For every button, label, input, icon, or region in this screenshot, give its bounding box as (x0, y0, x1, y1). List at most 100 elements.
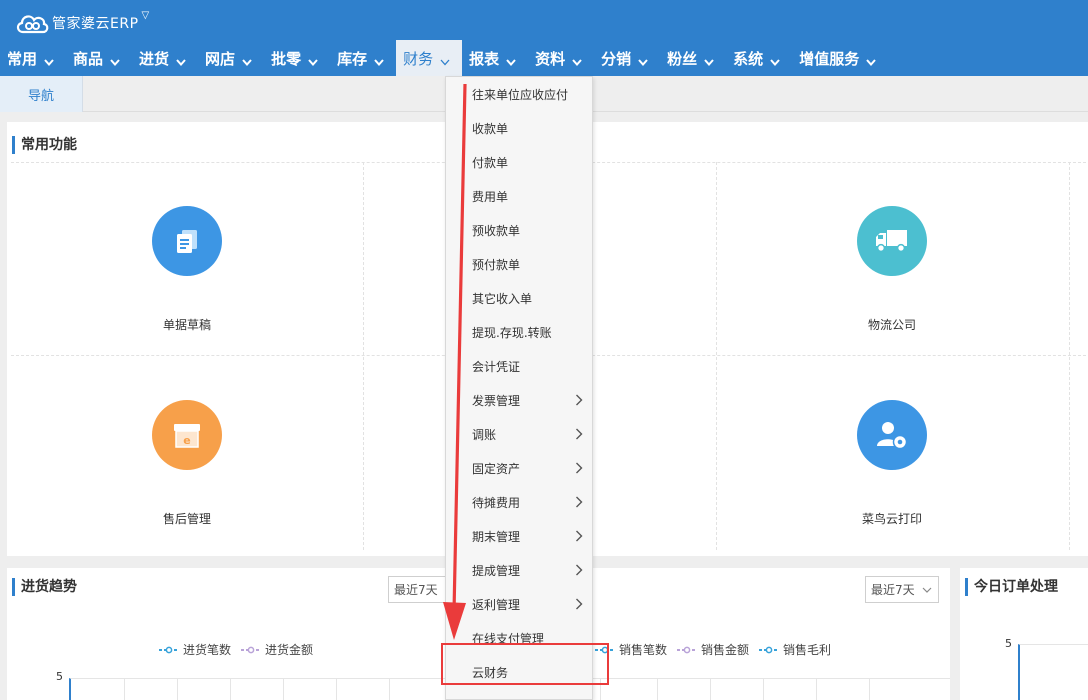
menu-item[interactable]: 进货 (132, 40, 198, 76)
menu-item[interactable]: 报表 (462, 40, 528, 76)
grid-line (177, 679, 178, 700)
chevron-down-icon (440, 53, 450, 66)
document-icon (152, 206, 222, 276)
chevron-down-icon (44, 53, 54, 67)
chevron-down-icon (176, 53, 186, 67)
menu-item[interactable]: 网店 (198, 40, 264, 76)
tile-label: 菜鸟云打印 (861, 512, 922, 526)
chevron-down-icon (922, 587, 932, 593)
menu-item[interactable]: 增值服务 (792, 40, 888, 76)
tab-navigation[interactable]: 导航 (0, 76, 83, 112)
menu-item[interactable]: 财务 (396, 40, 463, 76)
sales-period-select[interactable]: 最近7天 (865, 576, 939, 603)
chevron-right-icon (575, 462, 583, 474)
menu-item-label: 增值服务 (799, 49, 860, 68)
chevron-right-icon (575, 598, 583, 610)
chevron-down-icon (506, 53, 516, 67)
finance-menu-item-label: 往来单位应收应付 (472, 87, 569, 102)
chevron-down-icon (110, 53, 120, 67)
grid-line (816, 679, 817, 700)
menu-item-label: 常用 (7, 49, 38, 68)
chevron-right-icon (575, 530, 583, 542)
chevron-down-icon (374, 53, 384, 67)
chevron-down-icon (242, 53, 252, 67)
tile-aftersales[interactable]: e 售后管理 (11, 356, 363, 550)
purchase-chart-area (69, 678, 478, 700)
grid-line (869, 679, 870, 700)
svg-text:e: e (183, 434, 190, 447)
tile-label: 售后管理 (162, 512, 211, 526)
common-functions-title: 常用功能 (12, 136, 77, 154)
tile-logistics[interactable]: 物流公司 (716, 162, 1068, 356)
grid-line (124, 679, 125, 700)
tile-label: 物流公司 (867, 318, 916, 332)
chevron-right-icon (575, 428, 583, 440)
chevron-down-icon (866, 53, 876, 67)
purchase-trend-panel: 进货趋势 最近7天 进货笔数 进货金额 5 (7, 568, 478, 700)
menu-item-label: 进货 (139, 49, 170, 68)
menu-item-label: 分销 (601, 49, 632, 68)
grid-line (710, 679, 711, 700)
legend-item[interactable]: 进货笔数 (159, 641, 231, 658)
grid-divider (1069, 162, 1070, 550)
menu-item-label: 财务 (403, 49, 434, 68)
menu-item[interactable]: 分销 (594, 40, 660, 76)
app-logo[interactable]: 管家婆云ERP ▽ (14, 8, 149, 38)
menu-item[interactable]: 库存 (330, 40, 396, 76)
legend-label: 销售毛利 (783, 643, 832, 657)
sales-period-value: 最近7天 (871, 583, 915, 597)
grid-divider (363, 162, 364, 550)
menu-item[interactable]: 粉丝 (660, 40, 726, 76)
menu-item[interactable]: 系统 (726, 40, 792, 76)
purchase-trend-title: 进货趋势 (12, 578, 77, 596)
menu-item-label: 粉丝 (667, 49, 698, 68)
menu-item[interactable]: 常用 (0, 40, 66, 76)
app-logo-text: 管家婆云ERP (52, 16, 139, 32)
purchase-legend: 进货笔数 进货金额 (159, 641, 323, 658)
legend-line-icon (159, 646, 179, 653)
menu-item-label: 库存 (337, 49, 368, 68)
main-menubar: 常用 商品 进货 网店 批零 库存 财务 报表 资料 分销 粉丝 系统 增值服务 (0, 40, 888, 76)
chevron-down-icon (770, 53, 780, 67)
legend-label: 销售笔数 (619, 643, 668, 657)
chevron-down-icon (704, 53, 714, 67)
menu-item-label: 资料 (535, 49, 566, 68)
menu-item-label: 系统 (733, 49, 764, 68)
legend-line-icon (677, 646, 698, 653)
annotation-highlight-box (441, 643, 609, 685)
menu-item-label: 批零 (271, 49, 302, 68)
chevron-down-icon (638, 53, 648, 67)
legend-item[interactable]: 销售金额 (677, 641, 749, 658)
chevron-right-icon (575, 564, 583, 576)
legend-label: 销售金额 (701, 643, 750, 657)
grid-line (336, 679, 337, 700)
finance-menu-item-label: 提现.存现.转账 (472, 325, 552, 340)
y-axis-tick: 5 (1005, 637, 1012, 650)
tile-label: 单据草稿 (162, 318, 211, 332)
finance-menu-item-label: 其它收入单 (472, 291, 533, 306)
tile-cainiao-print[interactable]: 菜鸟云打印 (716, 356, 1068, 550)
sales-legend: 销售笔数 销售金额 销售毛利 (595, 641, 841, 658)
logo-dropdown-icon[interactable]: ▽ (142, 10, 150, 21)
legend-line-icon (759, 646, 780, 653)
menu-item-label: 网店 (205, 49, 236, 68)
menu-item[interactable]: 批零 (264, 40, 330, 76)
chevron-down-icon (572, 53, 582, 67)
grid-line (230, 679, 231, 700)
grid-line (389, 679, 390, 700)
chevron-down-icon (308, 53, 318, 67)
menu-item[interactable]: 资料 (528, 40, 594, 76)
chevron-right-icon (575, 496, 583, 508)
legend-label: 进货金额 (265, 643, 314, 657)
legend-item[interactable]: 进货金额 (241, 641, 313, 658)
truck-icon (857, 206, 927, 276)
annotation-arrow-icon (443, 84, 467, 640)
legend-item[interactable]: 销售毛利 (759, 641, 831, 658)
grid-line (763, 679, 764, 700)
tile-drafts[interactable]: 单据草稿 (11, 162, 363, 356)
legend-label: 进货笔数 (183, 643, 232, 657)
legend-line-icon (241, 646, 262, 653)
menu-item[interactable]: 商品 (66, 40, 132, 76)
orders-chart-area (1018, 644, 1088, 700)
package-icon: e (152, 400, 222, 470)
